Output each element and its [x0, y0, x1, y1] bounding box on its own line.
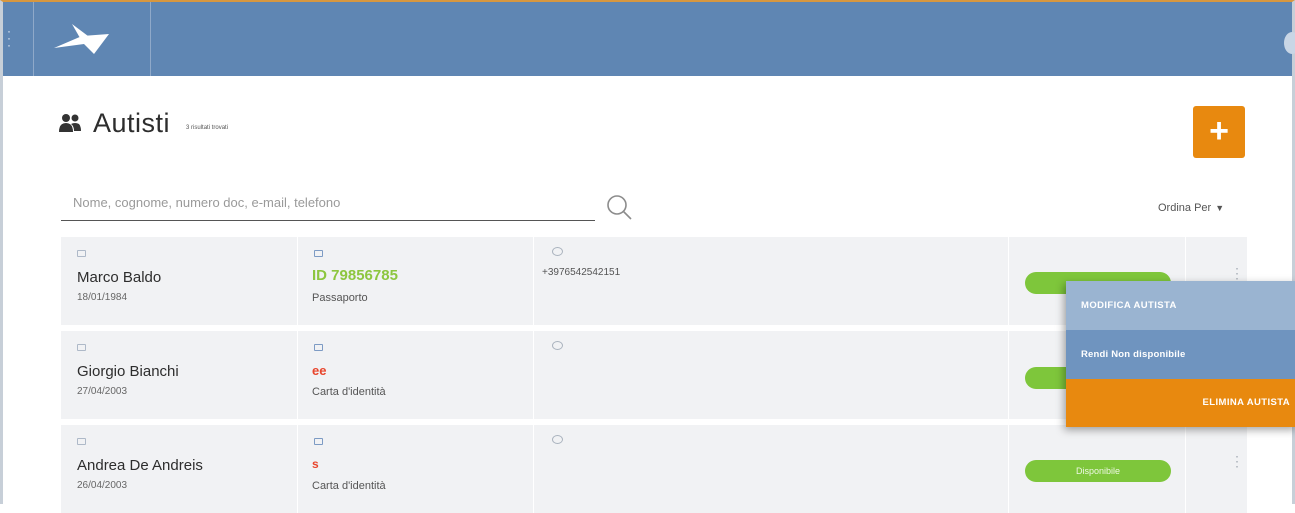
row-context-menu: MODIFICA AUTISTA Rendi Non disponibile E… — [1066, 281, 1295, 427]
id-card-icon — [77, 344, 86, 351]
document-icon — [314, 344, 323, 351]
doc-type: Passaporto — [312, 292, 368, 304]
edit-driver-button[interactable]: MODIFICA AUTISTA — [1066, 281, 1295, 330]
document-cell: ee Carta d'identità — [298, 331, 534, 419]
page-header: Autisti 3 risultati trovati — [59, 108, 228, 139]
doc-type: Carta d'identità — [312, 386, 386, 398]
driver-birthdate: 26/04/2003 — [77, 480, 128, 491]
driver-cell: Marco Baldo 18/01/1984 — [61, 237, 298, 325]
sort-label: Ordina Per — [1158, 202, 1212, 214]
contact-cell — [534, 331, 1009, 419]
doc-type: Carta d'identità — [312, 480, 386, 492]
chat-bubble-icon — [552, 435, 563, 444]
top-bar: · · · — [3, 2, 1295, 76]
document-cell: s Carta d'identità — [298, 425, 534, 513]
driver-birthdate: 18/01/1984 — [77, 292, 128, 303]
actions-cell: ⋮ — [1186, 425, 1247, 513]
more-options-icon[interactable]: ⋮ — [1230, 266, 1244, 280]
search-icon[interactable] — [605, 193, 633, 221]
doc-number: s — [312, 457, 319, 471]
driver-name: Andrea De Andreis — [77, 457, 203, 474]
more-options-icon[interactable]: ⋮ — [1230, 454, 1244, 468]
status-cell: Disponibile — [1009, 425, 1186, 513]
app-frame: ··· Autisti 3 risultati trovati + Ordina… — [0, 0, 1295, 513]
table-row[interactable]: Andrea De Andreis 26/04/2003 s Carta d'i… — [61, 425, 1247, 513]
phone-number: +39765425421​51 — [542, 267, 621, 278]
delete-driver-button[interactable]: ELIMINA AUTISTA — [1066, 379, 1295, 427]
document-cell: ID 79856785 Passaporto — [298, 237, 534, 325]
driver-cell: Andrea De Andreis 26/04/2003 — [61, 425, 298, 513]
id-card-icon — [77, 250, 86, 257]
bird-arrow-logo-icon — [54, 24, 109, 54]
page-title: Autisti — [93, 108, 171, 138]
id-card-icon — [77, 438, 86, 445]
contact-cell — [534, 425, 1009, 513]
chat-bubble-icon — [552, 247, 563, 256]
driver-name: Marco Baldo — [77, 269, 162, 286]
chevron-down-icon: ▼ — [1215, 203, 1225, 213]
chat-bubble-icon — [552, 341, 563, 350]
status-badge[interactable]: Disponibile — [1025, 460, 1171, 482]
driver-name: Giorgio Bianchi — [77, 363, 179, 380]
sort-dropdown[interactable]: Ordina Per ▼ — [1158, 202, 1224, 214]
search-input[interactable] — [61, 185, 595, 219]
doc-number: ID 79856785 — [312, 267, 398, 284]
set-unavailable-button[interactable]: Rendi Non disponibile — [1066, 330, 1295, 379]
contact-cell: +39765425421​51 — [534, 237, 1009, 325]
avatar[interactable] — [1284, 32, 1295, 54]
driver-cell: Giorgio Bianchi 27/04/2003 — [61, 331, 298, 419]
document-icon — [314, 250, 323, 257]
results-count: 3 risultati trovati — [186, 125, 229, 131]
logo[interactable] — [33, 2, 151, 76]
kebab-vertical-icon[interactable]: · · · — [7, 25, 13, 51]
users-icon — [59, 114, 81, 132]
search-bar — [61, 185, 595, 221]
document-icon — [314, 438, 323, 445]
driver-birthdate: 27/04/2003 — [77, 386, 128, 397]
add-driver-button[interactable]: + — [1193, 106, 1245, 158]
doc-number: ee — [312, 363, 327, 378]
